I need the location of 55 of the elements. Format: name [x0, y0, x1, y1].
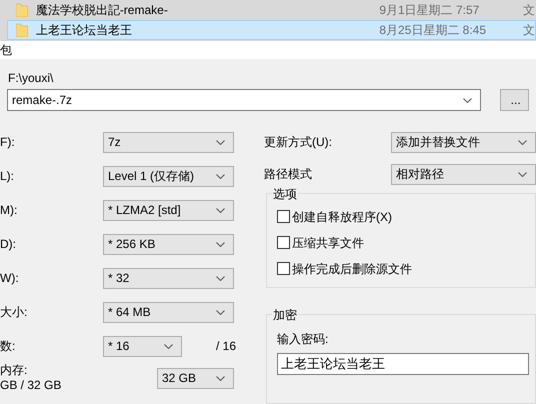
folder-icon: [16, 3, 28, 17]
password-label: 输入密码:: [277, 331, 330, 348]
memory-usage: GB / 32 GB: [0, 378, 62, 393]
memory-label: 内存:: [0, 363, 28, 378]
chevron-down-icon: [462, 98, 472, 102]
chevron-down-icon: [216, 174, 225, 178]
dropdown[interactable]: 7z: [103, 132, 234, 152]
file-name: 魔法学校脱出記-remake-: [36, 2, 169, 19]
checkbox[interactable]: [277, 262, 290, 275]
setting-label: 大小:: [0, 304, 28, 321]
dropdown[interactable]: * LZMA2 [std]: [103, 200, 234, 220]
group-title: 选项: [272, 185, 298, 203]
setting-label: W):: [0, 270, 20, 287]
setting-label: L):: [0, 168, 16, 185]
chevron-down-icon: [216, 208, 225, 212]
dropdown[interactable]: * 64 MB: [103, 302, 234, 322]
checkbox-label: 压缩共享文件: [292, 234, 364, 252]
dropdown[interactable]: Level 1 (仅存储): [103, 166, 234, 186]
dropdown[interactable]: 相对路径: [391, 164, 536, 184]
dropdown[interactable]: 32 GB: [157, 368, 234, 388]
folder-path: F:\youxi\: [7, 70, 54, 87]
chevron-down-icon: [164, 344, 173, 348]
chevron-down-icon: [216, 276, 225, 280]
archive-name-field[interactable]: remake-.7z: [7, 89, 481, 111]
chevron-down-icon: [518, 172, 527, 176]
file-type: 文: [523, 2, 536, 19]
update-mode-label: 更新方式(U):: [264, 134, 333, 151]
threads-max: / 16: [216, 338, 236, 355]
chevron-down-icon: [216, 242, 225, 246]
browse-button[interactable]: ...: [500, 89, 529, 111]
chevron-down-icon: [216, 140, 225, 144]
dropdown[interactable]: 添加并替换文件: [391, 132, 536, 152]
file-type: 文: [523, 22, 536, 39]
dialog-title: 包: [0, 42, 12, 59]
setting-label: F):: [0, 134, 16, 151]
dropdown[interactable]: * 256 KB: [103, 234, 234, 254]
setting-label: M):: [0, 202, 18, 219]
checkbox[interactable]: [277, 210, 290, 223]
checkbox[interactable]: [277, 236, 290, 249]
file-date: 8月25日星期二 8:45: [379, 22, 488, 39]
setting-label: D):: [0, 236, 17, 253]
file-row[interactable]: 上老王论坛当老王 8月25日星期二 8:45 文: [7, 20, 536, 40]
dropdown[interactable]: * 32: [103, 268, 234, 288]
chevron-down-icon: [518, 140, 527, 144]
checkbox-label: 操作完成后删除源文件: [292, 260, 412, 278]
dropdown[interactable]: * 16: [103, 336, 182, 356]
threads-label: 数:: [0, 338, 16, 355]
password-field[interactable]: 上老王论坛当老王: [277, 353, 529, 375]
file-name: 上老王论坛当老王: [36, 22, 133, 39]
file-date: 9月1日星期二 7:57: [379, 2, 480, 19]
checkbox-label: 创建自释放程序(X): [292, 208, 392, 226]
chevron-down-icon: [216, 376, 225, 380]
path-mode-label: 路径模式: [264, 166, 313, 183]
chevron-down-icon: [216, 310, 225, 314]
folder-icon: [16, 23, 28, 37]
